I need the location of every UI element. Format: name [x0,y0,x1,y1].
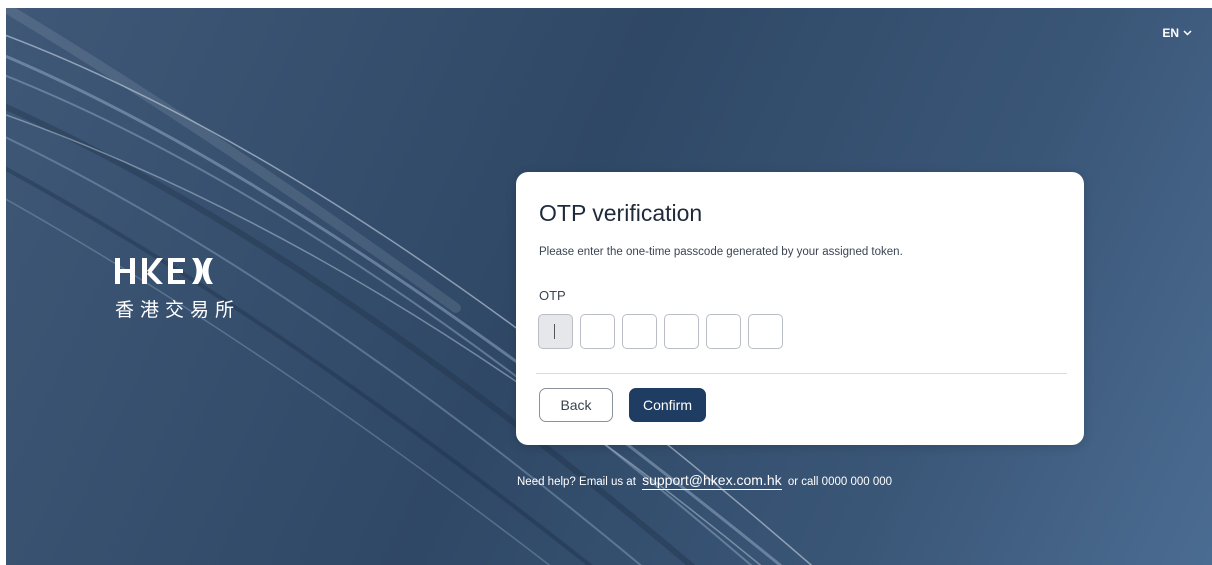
logo-subtext: 香港交易所 [115,299,240,321]
instruction-text: Please enter the one-time passcode gener… [539,246,903,258]
otp-input-group [538,314,783,349]
otp-digit-5[interactable] [706,314,741,349]
otp-digit-3[interactable] [622,314,657,349]
otp-card: OTP verification Please enter the one-ti… [516,172,1084,445]
login-page: EN 香港交易所 OTP verification Please enter t… [6,8,1212,565]
help-prefix: Need help? Email us at [517,476,636,488]
otp-digit-2[interactable] [580,314,615,349]
otp-digit-6[interactable] [748,314,783,349]
language-selector[interactable]: EN [1162,26,1192,40]
confirm-button[interactable]: Confirm [629,388,706,422]
otp-label: OTP [539,288,566,303]
hkex-logo-mark: 香港交易所 [115,258,240,321]
otp-digit-1[interactable] [538,314,573,349]
help-text: Need help? Email us at support@hkex.com.… [517,472,893,490]
hkex-logo: 香港交易所 [115,254,255,324]
text-cursor [554,324,555,339]
otp-digit-4[interactable] [664,314,699,349]
support-email-link[interactable]: support@hkex.com.hk [642,472,782,490]
chevron-down-icon [1183,30,1192,36]
language-label: EN [1162,26,1179,40]
help-suffix: or call 0000 000 000 [787,476,893,488]
page-title: OTP verification [539,200,703,226]
divider [536,373,1067,374]
back-button[interactable]: Back [539,388,613,422]
